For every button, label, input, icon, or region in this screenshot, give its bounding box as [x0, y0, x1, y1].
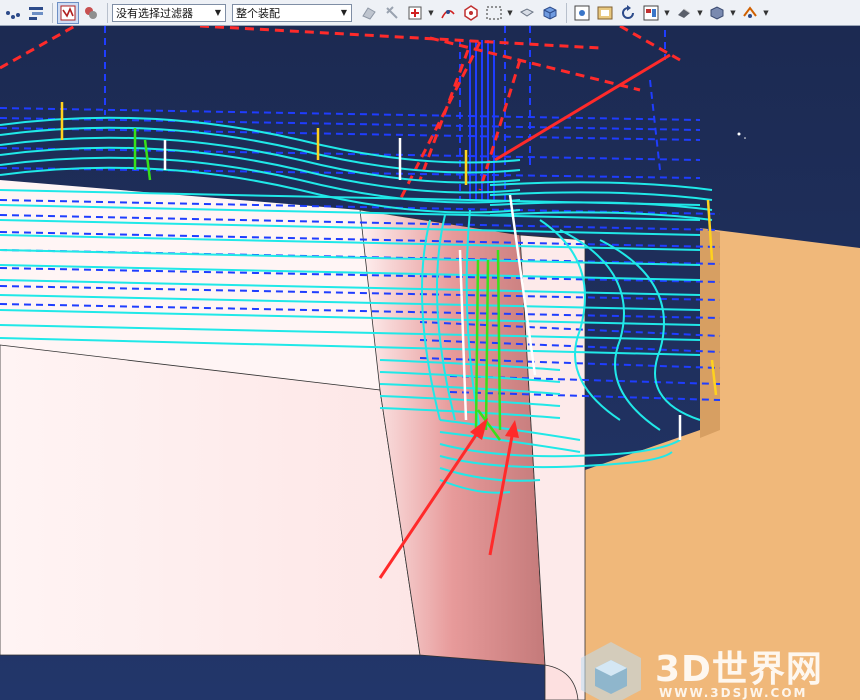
- display-mode-icon[interactable]: [673, 2, 695, 24]
- cube-logo-icon: [581, 642, 641, 700]
- graphics-viewport[interactable]: 3D世界网 WWW.3DSJW.COM: [0, 26, 860, 700]
- type-filter-value: 没有选择过滤器: [116, 6, 193, 20]
- chevron-down-icon[interactable]: ▼: [729, 2, 737, 24]
- selection-filter-icon[interactable]: [57, 1, 79, 24]
- chevron-down-icon[interactable]: ▼: [762, 2, 770, 24]
- stock-block-shadow: [700, 228, 720, 438]
- site-watermark: 3D世界网 WWW.3DSJW.COM: [575, 636, 845, 700]
- select-body-icon[interactable]: [358, 2, 380, 24]
- snap-point-icon[interactable]: [2, 2, 24, 24]
- point-on-curve-icon[interactable]: [437, 2, 459, 24]
- layout-icon[interactable]: [640, 2, 662, 24]
- point-constructor-icon[interactable]: [404, 2, 426, 24]
- fit-view-icon[interactable]: [571, 2, 593, 24]
- toolbar-separator: [107, 2, 108, 23]
- rectangle-select-icon[interactable]: [483, 2, 505, 24]
- select-face-icon[interactable]: [381, 2, 403, 24]
- chevron-down-icon[interactable]: ▼: [211, 5, 225, 21]
- chevron-down-icon[interactable]: ▼: [663, 2, 671, 24]
- orient-view-icon[interactable]: [739, 2, 761, 24]
- part-front-face: [0, 344, 421, 656]
- toolbar-separator: [566, 2, 567, 23]
- wireframe-view-icon[interactable]: [516, 2, 538, 24]
- selection-scope-value: 整个装配: [236, 6, 280, 20]
- toolbar-separator: [52, 2, 53, 23]
- feature-filter-icon[interactable]: [80, 2, 102, 24]
- watermark-url: WWW.3DSJW.COM: [659, 686, 808, 700]
- background-icon[interactable]: [594, 2, 616, 24]
- type-filter-dropdown[interactable]: 没有选择过滤器 ▼: [112, 3, 226, 22]
- refresh-icon[interactable]: [617, 2, 639, 24]
- chevron-down-icon[interactable]: ▼: [337, 5, 351, 21]
- main-toolbar: 没有选择过滤器 ▼ 整个装配 ▼ ▼ ▼ ▼ ▼ ▼ ▼: [0, 0, 860, 26]
- chevron-down-icon[interactable]: ▼: [427, 2, 435, 24]
- chevron-down-icon[interactable]: ▼: [696, 2, 704, 24]
- polygon-select-icon[interactable]: [460, 2, 482, 24]
- snap-grid-icon[interactable]: [25, 2, 47, 24]
- chevron-down-icon[interactable]: ▼: [506, 2, 514, 24]
- watermark-title: 3D世界网: [655, 649, 823, 690]
- cam-toolpath-scene: [0, 26, 860, 700]
- render-style-icon[interactable]: [706, 2, 728, 24]
- selection-scope-dropdown[interactable]: 整个装配 ▼: [232, 3, 352, 22]
- shaded-view-icon[interactable]: [539, 2, 561, 24]
